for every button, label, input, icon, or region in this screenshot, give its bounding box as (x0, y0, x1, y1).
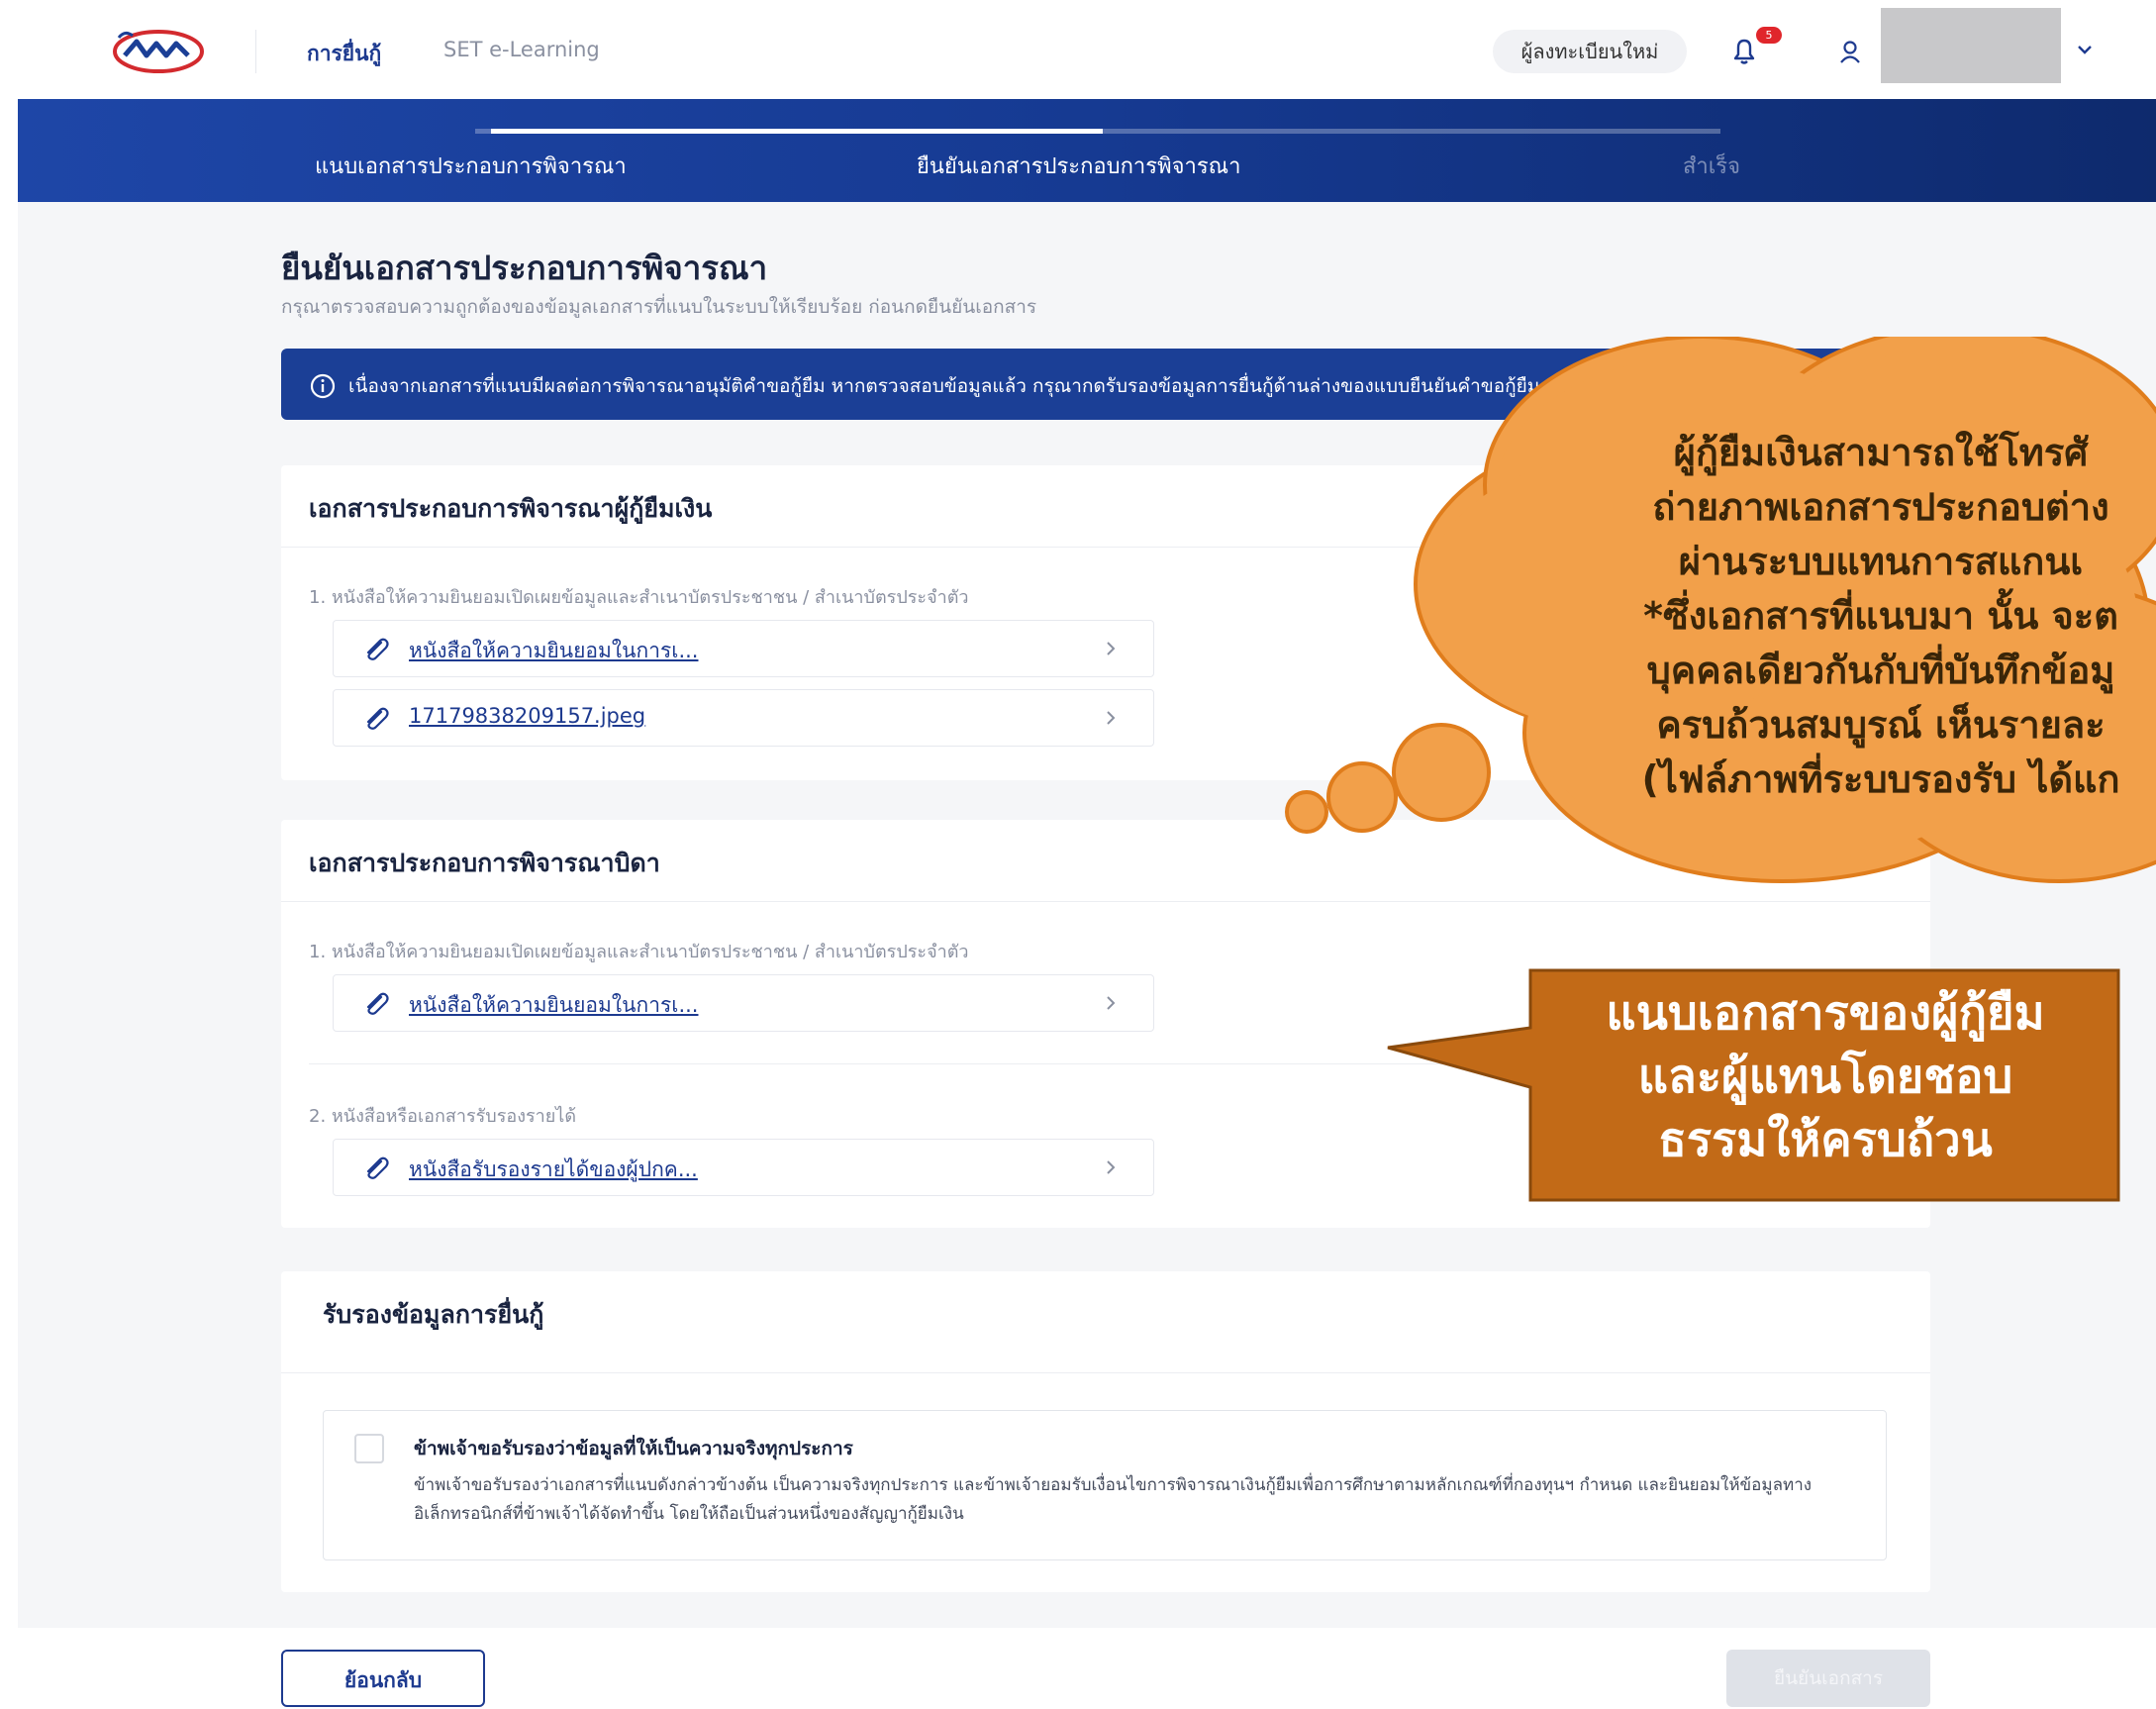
chevron-right-icon[interactable] (1102, 706, 1120, 730)
nav-link-set-elearning[interactable]: SET e-Learning (443, 38, 600, 61)
consent-title: ข้าพเจ้าขอรับรองว่าข้อมูลที่ให้เป็นความจ… (414, 1438, 853, 1459)
kyslf-logo[interactable] (111, 26, 206, 75)
chevron-right-icon[interactable] (1102, 1156, 1120, 1179)
thought-cloud-text: ผู้กู้ยืมเงินสามารถใช้โทรศั ถ่ายภาพเอกสา… (1641, 431, 2120, 801)
borrower-section-heading: เอกสารประกอบการพิจารณาผู้กู้ยืมเงิน (309, 494, 713, 523)
father-doc1-label: 1. หนังสือให้ความยินยอมเปิดเผยข้อมูลและส… (309, 942, 969, 962)
file-row[interactable]: หนังสือรับรองรายได้ของผู้ปกค... (333, 1139, 1154, 1196)
info-icon (310, 373, 336, 399)
step-success: สำเร็จ (1683, 154, 1741, 179)
file-link[interactable]: หนังสือรับรองรายได้ของผู้ปกค... (409, 1154, 698, 1186)
chevron-right-icon[interactable] (1102, 991, 1120, 1015)
user-icon[interactable] (1833, 36, 1867, 69)
father-section-heading: เอกสารประกอบการพิจารณาบิดา (309, 849, 660, 877)
nav-divider (255, 30, 256, 73)
file-row[interactable]: 17179838209157.jpeg (333, 689, 1154, 747)
notification-badge: 5 (1756, 27, 1782, 44)
chevron-right-icon[interactable] (1102, 637, 1120, 660)
redacted-username-box (1881, 8, 2061, 83)
nav-link-loan[interactable]: การยื่นกู้ (307, 38, 381, 70)
file-link[interactable]: หนังสือให้ความยินยอมในการเ... (409, 989, 698, 1022)
file-link[interactable]: 17179838209157.jpeg (409, 704, 645, 728)
paperclip-icon (366, 992, 389, 1015)
card-divider (281, 1372, 1930, 1373)
callout-text: แนบเอกสารของผู้กู้ยืม และผู้แทนโดยชอบ ธร… (1606, 986, 2045, 1167)
file-link[interactable]: หนังสือให้ความยินยอมในการเ... (409, 635, 698, 667)
step-confirm-documents: ยืนยันเอกสารประกอบการพิจารณา (917, 154, 1241, 179)
step-attach-documents: แนบเอกสารประกอบการพิจารณา (315, 154, 627, 179)
back-button[interactable]: ย้อนกลับ (281, 1650, 485, 1707)
page-subtitle: กรุณาตรวจสอบความถูกต้องของข้อมูลเอกสารที… (281, 296, 1037, 318)
new-registrant-button[interactable]: ผู้ลงทะเบียนใหม่ (1493, 30, 1687, 73)
top-navbar: การยื่นกู้ SET e-Learning ผู้ลงทะเบียนให… (0, 0, 2156, 99)
page-title: ยืนยันเอกสารประกอบการพิจารณา (281, 249, 768, 287)
file-row[interactable]: หนังสือให้ความยินยอมในการเ... (333, 620, 1154, 677)
paperclip-icon (366, 707, 389, 730)
file-row[interactable]: หนังสือให้ความยินยอมในการเ... (333, 974, 1154, 1032)
paperclip-icon (366, 1156, 389, 1179)
consent-body: ข้าพเจ้าขอรับรองว่าเอกสารที่แนบดังกล่าวข… (414, 1475, 1813, 1524)
paperclip-icon (366, 638, 389, 660)
consent-checkbox[interactable] (354, 1434, 384, 1463)
confirm-documents-button[interactable]: ยืนยันเอกสาร (1726, 1650, 1930, 1707)
father-doc2-label: 2. หนังสือหรือเอกสารรับรองรายได้ (309, 1106, 577, 1127)
consent-section-heading: รับรองข้อมูลการยื่นกู้ (323, 1300, 544, 1329)
chevron-down-icon[interactable] (2075, 40, 2095, 59)
borrower-doc-label: 1. หนังสือให้ความยินยอมเปิดเผยข้อมูลและส… (309, 587, 969, 608)
progress-fill (491, 129, 1103, 134)
